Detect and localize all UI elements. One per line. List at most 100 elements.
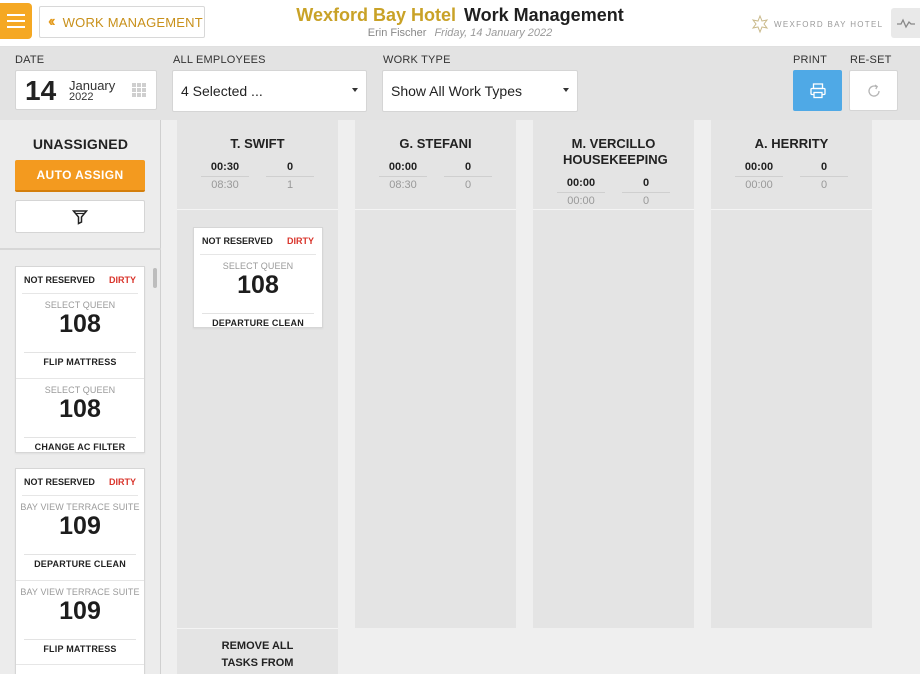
count-stat: 0 1 (266, 161, 314, 191)
task-item[interactable]: SELECT QUEEN 108 FLIP MATTRESS (16, 294, 144, 378)
task-card[interactable]: NOT RESERVED DIRTY SELECT QUEEN 108 FLIP… (15, 266, 145, 453)
task-name: CHANGE AC FILTER (34, 442, 126, 452)
time-stat: 00:00 08:30 (379, 161, 427, 191)
total-count: 1 (286, 179, 294, 191)
assigned-time: 00:00 (566, 177, 596, 189)
task-name: DEPARTURE CLEAN (212, 318, 304, 328)
date-day: 14 (25, 75, 57, 106)
assigned-count: 0 (464, 161, 472, 173)
employee-header: M. VERCILLO HOUSEKEEPING 00:00 00:00 0 0 (533, 120, 694, 210)
room-type: SELECT QUEEN (44, 300, 116, 310)
employee-header: G. STEFANI 00:00 08:30 0 0 (355, 120, 516, 210)
employee-name: T. SWIFT (230, 136, 285, 151)
task-item[interactable]: BAY VIEW TERRACE SUITE 109 DEPARTURE CLE… (16, 496, 144, 580)
total-time: 08:30 (211, 179, 239, 191)
time-stat: 00:30 08:30 (201, 161, 249, 191)
work-type-label: WORK TYPE (383, 54, 451, 66)
employee-column: G. STEFANI 00:00 08:30 0 0 (355, 120, 516, 628)
filter-button[interactable] (15, 200, 145, 233)
refresh-icon (867, 83, 880, 97)
assigned-count: 0 (820, 161, 828, 173)
top-bar: ‹‹ WORK MANAGEMENT Wexford Bay Hotel Work… (0, 0, 920, 47)
header-date: Friday, 14 January 2022 (434, 27, 553, 39)
employees-label: ALL EMPLOYEES (173, 54, 266, 66)
filter-bar: DATE 14 January 2022 ALL EMPLOYEES 4 Sel… (0, 47, 920, 120)
divider (0, 248, 161, 250)
funnel-icon (72, 209, 88, 225)
work-type-select-value: Show All Work Types (391, 83, 522, 99)
room-type: SELECT QUEEN (44, 385, 116, 395)
task-item[interactable]: BAY VIEW TERRACE SUITE 109 FLIP MATTRESS (16, 580, 144, 664)
assigned-count: 0 (642, 177, 650, 189)
count-stat: 0 0 (444, 161, 492, 191)
employee-column: A. HERRITY 00:00 00:00 0 0 (711, 120, 872, 628)
page-title: Work Management (464, 5, 624, 25)
logo-text: WEXFORD BAY HOTEL (774, 19, 884, 29)
reservation-status: NOT RESERVED (24, 275, 95, 285)
reset-button[interactable] (849, 70, 898, 111)
remove-all-tasks-label: REMOVE ALL TASKS FROM SHEET (221, 640, 294, 669)
total-time: 00:00 (567, 195, 595, 207)
assigned-time: 00:00 (744, 161, 774, 173)
task-item[interactable]: SELECT QUEEN 108 CHANGE AC FILTER (16, 378, 144, 462)
reservation-status: NOT RESERVED (24, 477, 95, 487)
print-button[interactable] (793, 70, 842, 111)
caret-down-icon (352, 88, 358, 92)
assigned-time: 00:30 (210, 161, 240, 173)
employee-header: A. HERRITY 00:00 00:00 0 0 (711, 120, 872, 210)
unassigned-panel: UNASSIGNED AUTO ASSIGN NOT RESERVED DIRT… (0, 120, 161, 674)
room-number: 109 (59, 597, 101, 625)
room-number: 109 (59, 512, 101, 540)
activity-button[interactable] (891, 8, 920, 38)
task-card[interactable]: NOT RESERVED DIRTY BAY VIEW TERRACE SUIT… (15, 468, 145, 674)
assigned-task-card[interactable]: NOT RESERVED DIRTY SELECT QUEEN 108 DEPA… (193, 227, 323, 328)
activity-pulse-icon (896, 18, 915, 29)
hotel-logo: WEXFORD BAY HOTEL (750, 14, 883, 34)
time-stat: 00:00 00:00 (735, 161, 783, 191)
card-header: NOT RESERVED DIRTY (200, 228, 316, 255)
calendar-grid-icon[interactable] (132, 83, 146, 97)
employee-name: G. STEFANI (399, 136, 472, 151)
employee-column: M. VERCILLO HOUSEKEEPING 00:00 00:00 0 0 (533, 120, 694, 628)
printer-icon (809, 82, 826, 98)
task-name: DEPARTURE CLEAN (34, 559, 126, 569)
scrollbar-thumb[interactable] (153, 268, 157, 288)
room-type: BAY VIEW TERRACE SUITE (20, 587, 140, 597)
assigned-count: 0 (286, 161, 294, 173)
unassigned-title: UNASSIGNED (32, 136, 129, 152)
room-number: 108 (59, 310, 101, 338)
auto-assign-button[interactable]: AUTO ASSIGN (15, 160, 145, 192)
hotel-name: Wexford Bay Hotel (296, 5, 456, 25)
room-number: 108 (59, 395, 101, 423)
user-name: Erin Fischer (367, 27, 427, 39)
room-type: SELECT QUEEN (222, 261, 294, 271)
employee-column: T. SWIFT 00:30 08:30 0 1 NOT RESERVED DI… (177, 120, 338, 628)
dirty-status-badge: DIRTY (287, 236, 314, 246)
time-stat: 00:00 00:00 (557, 177, 605, 207)
leaf-logo-icon (751, 14, 769, 34)
assigned-time: 00:00 (388, 161, 418, 173)
task-item[interactable]: BAY VIEW TERRACE SUITE (16, 664, 144, 674)
date-picker[interactable]: 14 January 2022 (15, 70, 157, 110)
employee-header: T. SWIFT 00:30 08:30 0 1 (177, 120, 338, 210)
room-number: 108 (237, 271, 279, 299)
total-count: 0 (820, 179, 828, 191)
employee-name: A. HERRITY (754, 136, 829, 151)
task-item[interactable]: SELECT QUEEN 108 DEPARTURE CLEAN (194, 255, 322, 339)
task-name: FLIP MATTRESS (43, 357, 117, 367)
reset-label: RE-SET (850, 54, 892, 66)
total-count: 0 (642, 195, 650, 207)
count-stat: 0 0 (800, 161, 848, 191)
employees-select[interactable]: 4 Selected ... (172, 70, 367, 112)
dirty-status-badge: DIRTY (109, 275, 136, 285)
date-year: 2022 (69, 91, 94, 103)
room-type: BAY VIEW TERRACE SUITE (20, 502, 140, 512)
employees-select-value: 4 Selected ... (181, 83, 263, 99)
total-time: 00:00 (745, 179, 773, 191)
total-time: 08:30 (389, 179, 417, 191)
caret-down-icon (563, 88, 569, 92)
work-type-select[interactable]: Show All Work Types (382, 70, 578, 112)
dirty-status-badge: DIRTY (109, 477, 136, 487)
employee-name: M. VERCILLO HOUSEKEEPING (563, 136, 668, 167)
remove-all-tasks-button[interactable]: REMOVE ALL TASKS FROM SHEET (177, 628, 338, 674)
